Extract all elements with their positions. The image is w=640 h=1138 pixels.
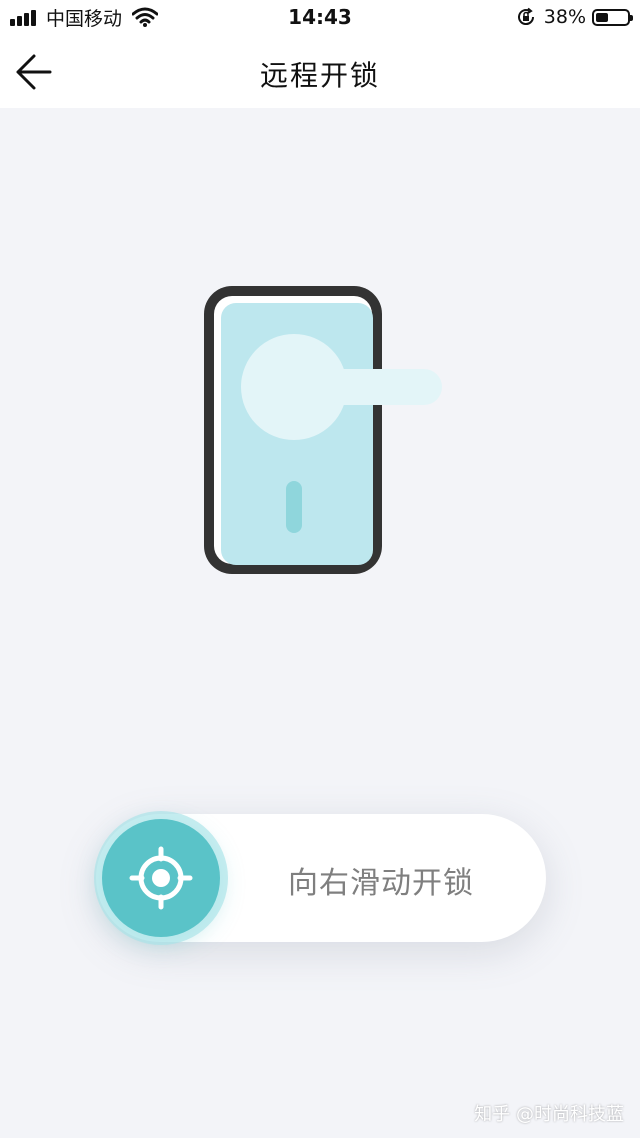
status-bar: 中国移动 14:43 38% [0, 0, 640, 36]
slide-label: 向右滑动开锁 [288, 866, 474, 901]
nav-bar: 远程开锁 [0, 36, 640, 108]
page-title: 远程开锁 [259, 59, 380, 92]
door-lock-illustration [195, 278, 445, 583]
battery-percent: 38% [543, 6, 586, 28]
status-right: 38% [516, 5, 633, 29]
slider-knob[interactable] [102, 819, 220, 937]
slide-to-unlock[interactable]: 向右滑动开锁 [96, 814, 546, 942]
watermark: 知乎 @时尚科技蓝 [474, 1104, 624, 1125]
crosshair-icon [129, 846, 193, 910]
battery-icon [592, 8, 633, 26]
orientation-lock-icon [517, 7, 534, 26]
